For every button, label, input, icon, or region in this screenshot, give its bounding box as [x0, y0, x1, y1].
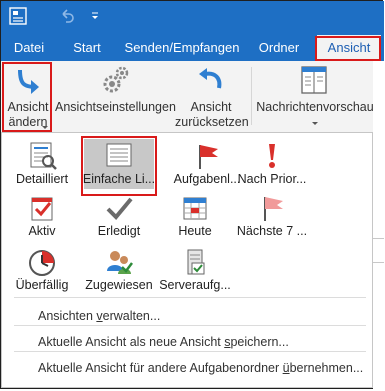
tab-senden-empfangen[interactable]: Senden/Empfangen [119, 35, 245, 61]
reset-view-icon [199, 68, 222, 89]
view-label: Einfache Li... [82, 172, 156, 186]
view-label: Detailliert [15, 172, 69, 186]
change-view-gallery: Detailliert Einfache Li... Aufgabenl... … [1, 132, 373, 388]
change-view-button[interactable]: Ansicht ändern [3, 64, 53, 130]
view-label: Aktiv [28, 224, 56, 238]
assigned-people-icon [107, 251, 133, 274]
menu-apply-view[interactable]: Aktuelle Ansicht für andere Aufgabenordn… [38, 361, 363, 375]
title-bar [1, 1, 384, 35]
view-detailliert[interactable]: Detailliert [7, 139, 77, 189]
view-settings-label: Ansichtseinstellungen [55, 100, 176, 114]
exclamation-icon [269, 144, 275, 168]
menu-separator [14, 325, 366, 326]
view-serveraufgaben[interactable]: Serveraufg... [159, 245, 231, 295]
simple-list-icon [106, 143, 132, 167]
change-view-label-1: Ansicht [7, 100, 49, 114]
background-pane [373, 61, 384, 389]
ribbon-group-separator [251, 67, 252, 125]
checkmark-icon [106, 197, 133, 220]
view-zugewiesen[interactable]: Zugewiesen [84, 245, 154, 295]
view-aktiv[interactable]: Aktiv [7, 191, 77, 241]
gallery-separator [14, 297, 366, 298]
menu-save-view-as[interactable]: Aktuelle Ansicht als neue Ansicht speich… [38, 335, 289, 349]
view-einfache-liste[interactable]: Einfache Li... [83, 139, 155, 189]
tab-ansicht[interactable]: Ansicht [317, 35, 381, 61]
view-label: Heute [178, 224, 212, 238]
ribbon: Ansicht ändern Ansichtseinstellungen Ans… [1, 61, 384, 133]
active-checklist-icon [31, 197, 53, 221]
ribbon-tabs: Datei Start Senden/Empfangen Ordner Ansi… [1, 35, 384, 61]
view-nach-prioritaet[interactable]: Nach Prior... [237, 139, 307, 189]
customize-qat-icon[interactable] [89, 10, 101, 22]
detailed-view-icon [30, 142, 57, 170]
gears-icon [103, 66, 129, 93]
menu-separator [14, 351, 366, 352]
reset-view-label-2: zurücksetzen [175, 115, 249, 129]
view-label: Erledigt [97, 224, 141, 238]
reading-pane-button[interactable]: Nachrichtenvorschau [255, 64, 375, 130]
view-label: Nächste 7 ... [236, 224, 308, 238]
reset-view-button[interactable]: Ansicht zurücksetzen [175, 64, 249, 130]
pink-flag-icon [264, 197, 283, 221]
menu-manage-views[interactable]: Ansichten verwalten... [38, 309, 160, 323]
view-settings-button[interactable]: Ansichtseinstellungen [55, 64, 176, 130]
undo-icon[interactable] [59, 8, 75, 24]
chevron-down-icon [42, 126, 48, 129]
reset-view-label-1: Ansicht [190, 100, 232, 114]
background-divider [373, 262, 384, 263]
view-label: Serveraufg... [159, 278, 231, 292]
tab-ordner[interactable]: Ordner [253, 35, 305, 61]
view-erledigt[interactable]: Erledigt [84, 191, 154, 241]
view-ueberfaellig[interactable]: Überfällig [7, 245, 77, 295]
overdue-clock-icon [29, 250, 55, 276]
app-menu-icon[interactable] [9, 7, 27, 25]
chevron-down-icon [312, 122, 318, 125]
calendar-today-icon [183, 197, 207, 220]
background-divider [373, 238, 384, 239]
red-flag-icon [199, 145, 218, 169]
reading-pane-label: Nachrichtenvorschau [256, 100, 374, 114]
view-label: Nach Prior... [237, 172, 307, 186]
tab-start[interactable]: Start [65, 35, 109, 61]
view-label: Zugewiesen [85, 278, 153, 292]
server-tasks-icon [187, 249, 205, 275]
message-preview-icon [301, 66, 327, 94]
view-heute[interactable]: Heute [160, 191, 230, 241]
view-naechste-7-tage[interactable]: Nächste 7 ... [237, 191, 307, 241]
change-view-icon [18, 69, 39, 94]
tab-datei[interactable]: Datei [3, 35, 55, 61]
view-label: Überfällig [15, 278, 69, 292]
